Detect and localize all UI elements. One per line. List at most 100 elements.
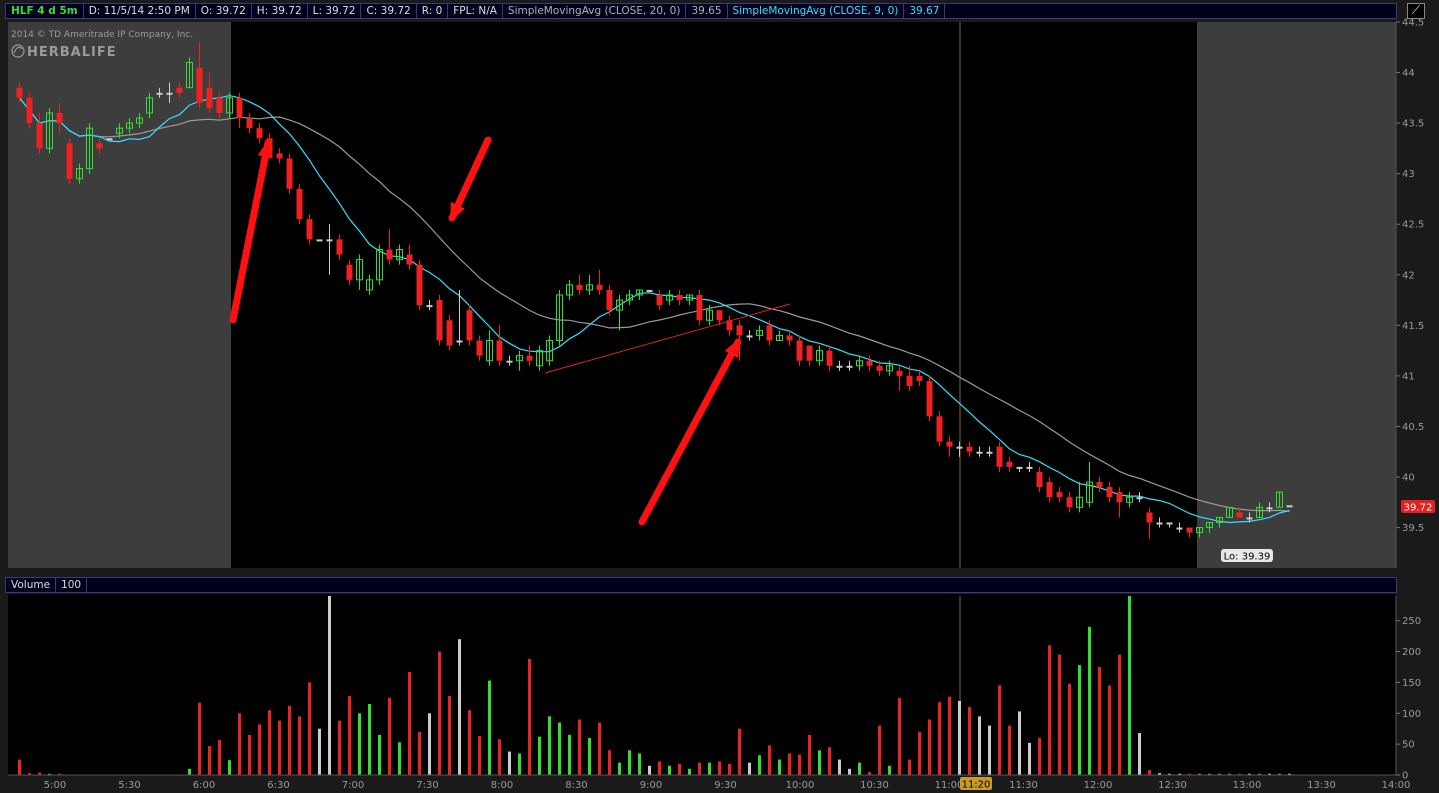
volume-bar: [1008, 725, 1011, 775]
volume-bar: [518, 753, 521, 775]
candle-body-down: [176, 87, 183, 93]
candle-body-down: [976, 451, 983, 454]
volume-tick-label: 50: [1402, 740, 1415, 751]
symbol-label[interactable]: HLF 4 d 5m: [6, 4, 84, 18]
volume-bar: [318, 728, 321, 775]
candle-body-down: [66, 143, 73, 179]
volume-bar: [248, 734, 251, 775]
candle-body-down: [1136, 497, 1143, 500]
candle-body-down: [1106, 487, 1113, 498]
time-tick-label: 7:30: [416, 780, 438, 791]
time-tick-label: 11:00: [935, 780, 964, 791]
time-tick-label: 8:30: [565, 780, 587, 791]
candle-body-down: [896, 370, 903, 376]
candle-body-down: [576, 284, 583, 290]
low-readout: L: 39.72: [308, 4, 362, 18]
candle-body-down: [716, 310, 723, 321]
candle-body-down: [1146, 512, 1153, 523]
volume-bar: [348, 695, 351, 775]
candle-body-down: [936, 416, 943, 442]
volume-bar: [708, 762, 711, 775]
ma20-study-label[interactable]: SimpleMovingAvg (CLOSE, 20, 0): [503, 4, 687, 18]
volume-bar: [258, 724, 261, 775]
volume-bar: [648, 765, 651, 775]
candle-body-down: [646, 289, 653, 292]
session-background: [8, 22, 1396, 775]
candle-body-down: [246, 118, 253, 129]
candle-body-down: [1006, 461, 1013, 467]
volume-bar: [808, 734, 811, 775]
volume-bar: [278, 720, 281, 775]
candle-body-down: [866, 360, 873, 366]
candle-body-down: [1116, 492, 1123, 503]
volume-header: Volume 100: [5, 577, 1397, 593]
volume-bar: [958, 700, 961, 775]
time-tick-label: 9:30: [714, 780, 736, 791]
volume-bar: [338, 720, 341, 775]
candle-body-down: [996, 446, 1003, 467]
price-tick-label: 40.5: [1402, 422, 1424, 433]
volume-bar: [1028, 742, 1031, 775]
candle-body-down: [1046, 482, 1053, 498]
volume-bar: [538, 736, 541, 775]
candle-body-down: [946, 441, 953, 447]
candle-body-down: [906, 375, 913, 386]
candle-body-down: [466, 310, 473, 341]
ma9-value: 39.67: [904, 4, 946, 18]
drawing-tool-icon[interactable]: ⟋: [1407, 3, 1425, 19]
volume-bar: [578, 719, 581, 775]
volume-bar: [1128, 596, 1131, 775]
volume-bar: [1148, 770, 1151, 775]
time-tick-label: 5:30: [118, 780, 140, 791]
candle-body-down: [1036, 471, 1043, 488]
volume-bar: [998, 685, 1001, 775]
time-tick-label: 7:00: [342, 780, 364, 791]
candle-body-down: [236, 97, 243, 119]
range-readout: R: 0: [417, 4, 449, 18]
volume-bar: [218, 739, 221, 775]
volume-bar: [388, 697, 391, 775]
candle-body-down: [106, 138, 113, 141]
volume-bar: [788, 753, 791, 775]
time-tick-label: 13:30: [1307, 780, 1336, 791]
price-tick-label: 42: [1402, 270, 1415, 281]
candle-body-down: [526, 355, 533, 361]
candle-body-down: [986, 451, 993, 454]
candle-body-down: [966, 446, 973, 452]
candle-body-down: [1156, 522, 1163, 525]
price-tick-label: 41.5: [1402, 321, 1424, 332]
open-readout: O: 39.72: [196, 4, 252, 18]
volume-bar: [448, 695, 451, 775]
candle-body-down: [806, 345, 813, 361]
volume-bar: [758, 755, 761, 775]
candle-body-down: [1166, 522, 1173, 525]
cursor-time-text: 11:20: [962, 780, 991, 791]
candle-body-down: [1056, 492, 1063, 498]
candle-body-down: [766, 325, 773, 341]
chart-canvas[interactable]: 2014 © TD Ameritrade IP Company, Inc. HE…: [0, 0, 1439, 793]
volume-bar: [658, 761, 661, 775]
ma9-study-label[interactable]: SimpleMovingAvg (CLOSE, 9, 0): [728, 4, 905, 18]
volume-bar: [1018, 711, 1021, 775]
candle-body-down: [1266, 507, 1273, 510]
candle-body-down: [166, 92, 173, 95]
volume-study-label[interactable]: Volume: [6, 578, 57, 592]
volume-bar: [458, 639, 461, 775]
time-tick-label: 8:00: [491, 780, 513, 791]
candle-body-down: [336, 239, 343, 255]
candle-body-down: [826, 350, 833, 366]
ma20-value: 39.65: [686, 4, 728, 18]
volume-bar: [408, 671, 411, 775]
volume-bar: [848, 768, 851, 775]
price-tick-label: 39.5: [1402, 523, 1424, 534]
candle-body-down: [446, 320, 453, 346]
volume-bar: [18, 759, 21, 775]
volume-bar: [1098, 666, 1101, 775]
candle-body-down: [846, 365, 853, 368]
volume-bar: [798, 754, 801, 775]
volume-bar: [588, 737, 591, 775]
candle-body-down: [506, 360, 513, 363]
volume-bar: [1078, 665, 1081, 775]
candle-body-down: [836, 365, 843, 368]
last-price-text: 39.72: [1404, 503, 1433, 514]
